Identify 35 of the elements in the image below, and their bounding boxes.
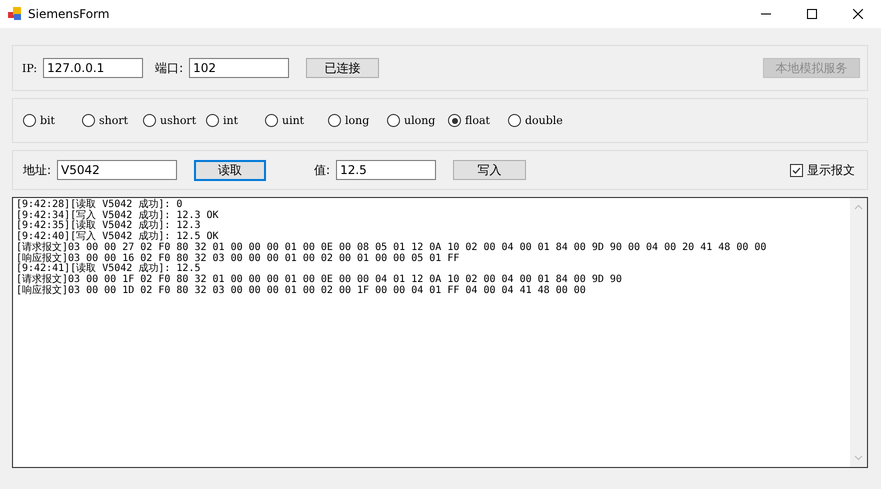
connect-button[interactable]: 已连接: [306, 58, 380, 78]
type-radio[interactable]: long: [328, 114, 387, 127]
ip-field[interactable]: 127.0.0.1: [43, 58, 144, 78]
type-radio[interactable]: short: [82, 114, 143, 127]
type-radio[interactable]: int: [206, 114, 265, 127]
log-line: [9:42:28][读取 V5042 成功]: 0: [16, 200, 184, 210]
write-button[interactable]: 写入: [453, 160, 526, 180]
log-line: [9:42:34][写入 V5042 成功]: 12.3 OK: [16, 210, 220, 221]
log-line: [9:42:40][写入 V5042 成功]: 12.5 OK: [16, 232, 220, 242]
log-line: [响应报文]03 00 00 16 02 F0 80 32 03 00 00 00 01 00 02 00 01 00 00 05 01 FF: [16, 254, 460, 264]
type-radio[interactable]: double: [508, 114, 867, 127]
log-line: [请求报文]03 00 00 1F 02 F0 80 32 01 00 00 00 01 00 0E 00 00 04 01 12 0A 10 02 00 04 00 01 84 00 9D 90: [16, 274, 623, 285]
show-packets-checkbox[interactable]: 显示报文: [790, 162, 855, 178]
log-line: [9:42:35][读取 V5042 成功]: 12.3: [16, 221, 202, 232]
log-line: [响应报文]03 00 00 1D 02 F0 80 32 03 00 00 00 01 00 02 00 1F 00 00 04 01 FF 04 00 04 41 48 00 00: [16, 286, 587, 296]
log-line: [9:42:41][读取 V5042 成功]: 12.5: [16, 264, 202, 274]
ip-label: IP:: [22, 62, 38, 74]
close-icon[interactable]: [853, 9, 863, 19]
maximize-icon[interactable]: [807, 9, 817, 19]
type-radio[interactable]: bit: [23, 114, 82, 127]
type-radio[interactable]: ushort: [143, 114, 206, 127]
window-title: SiemensForm: [28, 7, 110, 21]
value-label: 值:: [314, 162, 330, 178]
log-line: [请求报文]03 00 00 27 02 F0 80 32 01 00 00 00 01 00 0E 00 08 05 01 12 0A 10 02 00 04 00 01 84 00 9D 90 00 04 00 20 41 48 00 00: [16, 242, 768, 253]
type-radio[interactable]: uint: [265, 114, 328, 127]
value-field[interactable]: 12.5: [336, 160, 436, 180]
address-label: 地址:: [23, 162, 52, 178]
log-textarea[interactable]: [12, 197, 868, 468]
read-button[interactable]: 读取: [194, 160, 266, 180]
type-radio[interactable]: ulong: [387, 114, 448, 127]
port-field[interactable]: 102: [189, 58, 290, 78]
port-label: 端口:: [155, 60, 184, 76]
type-radio[interactable]: float: [448, 114, 508, 127]
address-field[interactable]: V5042: [57, 160, 178, 180]
app-icon: [8, 7, 22, 21]
